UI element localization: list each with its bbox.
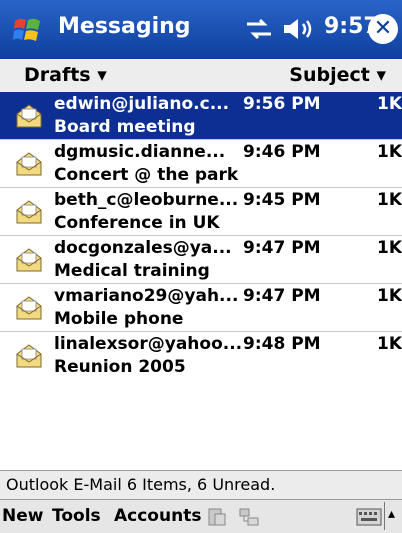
- draft-envelope-icon: [16, 200, 42, 224]
- message-from: dgmusic.dianne...: [54, 142, 226, 162]
- message-row[interactable]: linalexsor@yahoo... 9:48 PM 1K Reunion 2…: [0, 332, 402, 380]
- message-subject: Medical training: [54, 261, 210, 281]
- menu-bar: New Tools Accounts ▴: [0, 499, 402, 533]
- message-size: 1K: [377, 190, 402, 210]
- message-subject: Reunion 2005: [54, 357, 186, 377]
- message-size: 1K: [377, 142, 402, 162]
- close-button[interactable]: ✕: [368, 14, 398, 44]
- message-list: edwin@juliano.c... 9:56 PM 1K Board meet…: [0, 92, 402, 380]
- tools-menu[interactable]: Tools: [52, 506, 101, 526]
- message-time: 9:47 PM: [243, 286, 321, 306]
- message-size: 1K: [377, 94, 402, 114]
- sip-arrow-icon: ▴: [388, 506, 396, 522]
- message-row[interactable]: dgmusic.dianne... 9:46 PM 1K Concert @ t…: [0, 140, 402, 188]
- message-from: edwin@juliano.c...: [54, 94, 230, 114]
- title-bar: Messaging 9:57 ✕: [0, 0, 402, 59]
- draft-envelope-icon: [16, 104, 42, 128]
- message-from: docgonzales@ya...: [54, 238, 232, 258]
- draft-envelope-icon: [16, 296, 42, 320]
- app-title: Messaging: [58, 14, 191, 39]
- sip-arrow-button[interactable]: ▴: [384, 502, 401, 530]
- draft-envelope-icon: [16, 248, 42, 272]
- message-subject: Mobile phone: [54, 309, 184, 329]
- message-time: 9:46 PM: [243, 142, 321, 162]
- message-row[interactable]: edwin@juliano.c... 9:56 PM 1K Board meet…: [0, 92, 402, 140]
- message-time: 9:47 PM: [243, 238, 321, 258]
- new-menu[interactable]: New: [2, 506, 43, 526]
- list-header: Drafts ▾ Subject ▾: [0, 59, 402, 93]
- sort-dropdown[interactable]: Subject ▾: [289, 64, 386, 86]
- message-time: 9:48 PM: [243, 334, 321, 354]
- pocket-pc-screen: Messaging 9:57 ✕ Drafts ▾ Subject ▾ edwi…: [0, 0, 402, 533]
- keyboard-icon[interactable]: [356, 508, 382, 526]
- message-subject: Conference in UK: [54, 213, 220, 233]
- folder-dropdown[interactable]: Drafts ▾: [24, 64, 107, 86]
- message-row[interactable]: beth_c@leoburne... 9:45 PM 1K Conference…: [0, 188, 402, 236]
- connectivity-icon[interactable]: [244, 16, 274, 42]
- message-size: 1K: [377, 334, 402, 354]
- status-text: Outlook E-Mail 6 Items, 6 Unread.: [6, 475, 276, 494]
- accounts-menu[interactable]: Accounts: [114, 506, 201, 526]
- message-size: 1K: [377, 286, 402, 306]
- message-subject: Board meeting: [54, 117, 196, 137]
- draft-envelope-icon: [16, 152, 42, 176]
- message-subject: Concert @ the park: [54, 165, 239, 185]
- draft-envelope-icon: [16, 344, 42, 368]
- message-row[interactable]: vmariano29@yah... 9:47 PM 1K Mobile phon…: [0, 284, 402, 332]
- message-row[interactable]: docgonzales@ya... 9:47 PM 1K Medical tra…: [0, 236, 402, 284]
- message-time: 9:56 PM: [243, 94, 321, 114]
- message-size: 1K: [377, 238, 402, 258]
- folder-tree-icon[interactable]: [238, 506, 260, 528]
- volume-icon[interactable]: [282, 16, 318, 42]
- message-from: linalexsor@yahoo...: [54, 334, 243, 354]
- message-from: vmariano29@yah...: [54, 286, 239, 306]
- message-time: 9:45 PM: [243, 190, 321, 210]
- start-flag-icon[interactable]: [12, 14, 44, 46]
- status-bar: Outlook E-Mail 6 Items, 6 Unread.: [0, 470, 402, 499]
- message-from: beth_c@leoburne...: [54, 190, 239, 210]
- send-receive-icon[interactable]: [206, 506, 228, 528]
